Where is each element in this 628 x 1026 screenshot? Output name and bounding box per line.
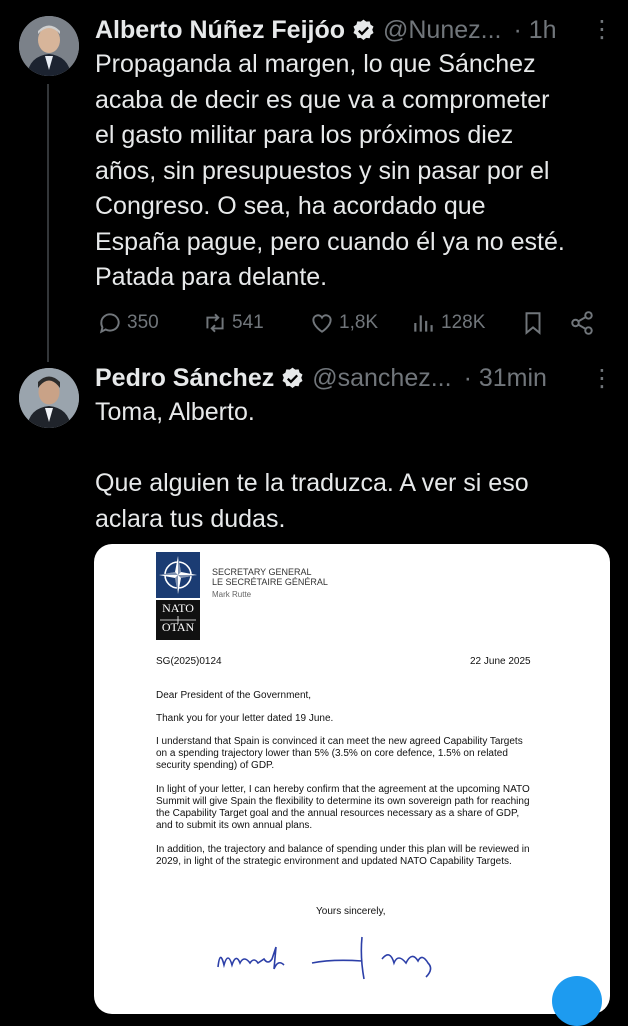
logo-text-nato: NATO	[162, 601, 194, 615]
office-title-fr: LE SECRÉTAIRE GÉNÉRAL	[212, 577, 328, 587]
thread-connector-line	[47, 84, 49, 362]
bookmark-icon	[525, 312, 541, 335]
tweet-header: Alberto Núñez Feijóo @Nunez... · 1h	[95, 13, 610, 47]
verified-badge-icon	[353, 19, 374, 40]
author-name[interactable]: Pedro Sánchez	[95, 364, 274, 393]
letter-date: 22 June 2025	[470, 656, 531, 667]
letter-paragraph-2: I understand that Spain is convinced it …	[156, 736, 523, 771]
more-icon[interactable]: ⋮	[590, 18, 614, 42]
tweet-time[interactable]: · 31min	[464, 364, 547, 393]
tweet-time[interactable]: · 1h	[513, 16, 556, 45]
tweet-text: Propaganda al margen, lo que Sánchez aca…	[95, 50, 565, 291]
author-name[interactable]: Alberto Núñez Feijóo	[95, 16, 345, 45]
tweet-actions: 350 541 1,8K 128K	[97, 308, 602, 338]
bookmark-button[interactable]	[520, 308, 550, 338]
reply-button[interactable]: 350	[97, 308, 159, 338]
author-handle[interactable]: @Nunez...	[383, 16, 501, 45]
more-icon[interactable]: ⋮	[590, 367, 614, 391]
tweet-header: Pedro Sánchez @sanchez... · 31min	[95, 361, 610, 395]
repost-icon	[206, 313, 224, 333]
like-button[interactable]: 1,8K	[309, 308, 378, 338]
logo-text-otan: OTAN	[161, 620, 195, 634]
share-icon	[571, 311, 593, 335]
author-handle[interactable]: @sanchez...	[312, 364, 451, 393]
avatar-feijoo[interactable]	[19, 16, 79, 76]
letter-paragraph-1: Thank you for your letter dated 19 June.	[156, 713, 334, 724]
letter-reference: SG(2025)0124	[156, 656, 222, 667]
letter-closing: Yours sincerely,	[316, 906, 386, 917]
tweet-text: Toma, Alberto. Que alguien te la traduzc…	[95, 398, 529, 533]
verified-badge-icon	[282, 367, 303, 388]
views-icon	[414, 315, 433, 332]
signature	[217, 936, 432, 980]
attached-image-letter[interactable]: NATO OTAN SECRETARY GENERAL LE SECRÉTAIR…	[94, 544, 610, 1014]
avatar-sanchez[interactable]	[19, 368, 79, 428]
like-count: 1,8K	[339, 312, 379, 333]
share-button[interactable]	[569, 308, 599, 338]
nato-letter: NATO OTAN SECRETARY GENERAL LE SECRÉTAIR…	[94, 544, 610, 1014]
reply-icon	[99, 313, 120, 334]
compose-fab-button[interactable]	[552, 976, 602, 1026]
reply-count: 350	[127, 312, 159, 333]
repost-count: 541	[232, 312, 264, 333]
repost-button[interactable]: 541	[202, 308, 264, 338]
views-button[interactable]: 128K	[411, 308, 485, 338]
letter-paragraph-4: In addition, the trajectory and balance …	[156, 844, 530, 867]
letter-salutation: Dear President of the Government,	[156, 690, 312, 701]
office-name: Mark Rutte	[212, 590, 252, 599]
view-count: 128K	[441, 312, 486, 333]
like-icon	[312, 314, 332, 333]
letter-paragraph-3: In light of your letter, I can hereby co…	[156, 784, 530, 831]
